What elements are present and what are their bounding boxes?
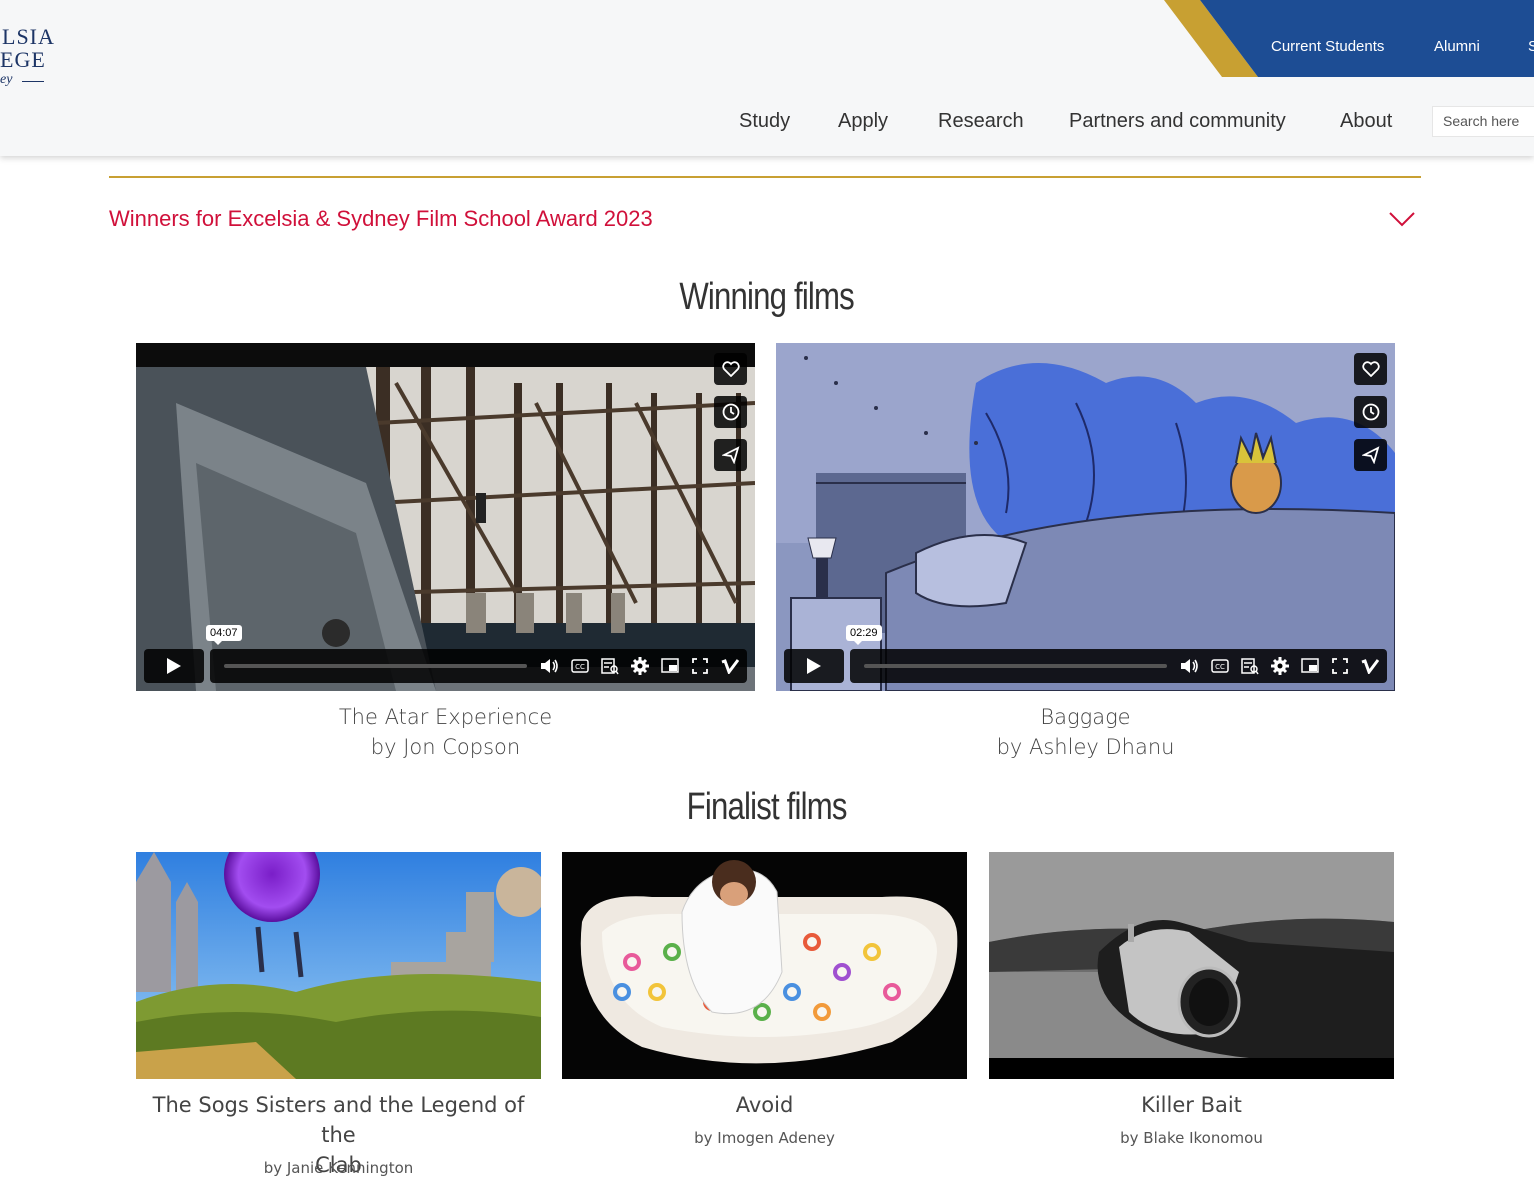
player-controls: 02:29 CC xyxy=(784,625,1387,683)
video-duration: 04:07 xyxy=(206,625,242,645)
volume-icon[interactable] xyxy=(540,657,559,676)
nav-alumni-link[interactable]: Alumni xyxy=(1434,38,1480,55)
heart-icon[interactable] xyxy=(714,353,747,385)
winning-films-heading: Winning films xyxy=(679,276,854,318)
player-side-buttons xyxy=(714,353,747,471)
cc-icon[interactable]: CC xyxy=(1210,657,1229,676)
pip-icon[interactable] xyxy=(660,657,679,676)
transcript-icon[interactable] xyxy=(1240,657,1259,676)
video-player-atar-experience[interactable]: 04:07 CC xyxy=(136,343,755,691)
send-icon[interactable] xyxy=(1354,439,1387,471)
utility-nav: Current Students Alumni S xyxy=(1160,0,1534,77)
clock-icon[interactable] xyxy=(714,396,747,428)
nav-truncated-link[interactable]: S xyxy=(1528,38,1534,55)
film-title[interactable]: The Atar Experience xyxy=(136,702,755,732)
clock-icon[interactable] xyxy=(1354,396,1387,428)
play-icon[interactable] xyxy=(144,649,204,683)
nav-current-students-link[interactable]: Current Students xyxy=(1271,38,1384,55)
progress-track[interactable] xyxy=(864,664,1167,668)
film-title[interactable]: Baggage xyxy=(776,702,1395,732)
thumbnail-avoid[interactable] xyxy=(562,852,967,1079)
play-icon[interactable] xyxy=(784,649,844,683)
finalist-title-line: Killer Bait xyxy=(1141,1093,1242,1117)
player-control-icons: CC xyxy=(1180,649,1379,683)
thumbnail-sogs-sisters[interactable] xyxy=(136,852,541,1079)
finalist-title-avoid[interactable]: Avoid xyxy=(562,1090,967,1120)
finalist-title-line: The Sogs Sisters and the Legend of the xyxy=(152,1093,525,1147)
finalist-title-killer-bait[interactable]: Killer Bait xyxy=(989,1090,1394,1120)
logo-line-3: ey xyxy=(0,72,13,87)
volume-icon[interactable] xyxy=(1180,657,1199,676)
finalist-author: by Imogen Adeney xyxy=(694,1129,835,1147)
fullscreen-icon[interactable] xyxy=(690,657,709,676)
player-control-bar: 04:07 CC xyxy=(206,625,747,683)
fullscreen-icon[interactable] xyxy=(1330,657,1349,676)
accordion-divider xyxy=(109,176,1421,178)
film-caption-atar: The Atar Experience by Jon Copson xyxy=(136,702,755,762)
player-control-bar: 02:29 CC xyxy=(846,625,1387,683)
film-author: by Ashley Dhanu xyxy=(996,735,1175,759)
cc-icon[interactable]: CC xyxy=(570,657,589,676)
vimeo-icon[interactable] xyxy=(720,657,739,676)
player-controls: 04:07 CC xyxy=(144,625,747,683)
settings-icon[interactable] xyxy=(1270,657,1289,676)
video-player-baggage[interactable]: 02:29 CC xyxy=(776,343,1395,691)
finalist-author: by Janie Kennington xyxy=(263,1159,414,1177)
finalist-author: by Blake Ikonomou xyxy=(1120,1129,1263,1147)
svg-text:CC: CC xyxy=(1215,663,1225,671)
finalist-films-heading: Finalist films xyxy=(686,786,848,828)
nav-study[interactable]: Study xyxy=(739,110,790,133)
film-author: by Jon Copson xyxy=(370,735,521,759)
send-icon[interactable] xyxy=(714,439,747,471)
heart-icon[interactable] xyxy=(1354,353,1387,385)
svg-text:CC: CC xyxy=(575,663,585,671)
site-header: LSIA EGE ey Current Students Alumni S St… xyxy=(0,0,1534,156)
video-duration: 02:29 xyxy=(846,625,882,645)
nav-partners-and-community[interactable]: Partners and community xyxy=(1069,110,1286,133)
settings-icon[interactable] xyxy=(630,657,649,676)
progress-track[interactable] xyxy=(224,664,527,668)
player-control-icons: CC xyxy=(540,649,739,683)
logo-line-2: EGE xyxy=(0,47,46,72)
nav-about[interactable]: About xyxy=(1340,110,1392,133)
pip-icon[interactable] xyxy=(1300,657,1319,676)
vimeo-icon[interactable] xyxy=(1360,657,1379,676)
nav-research[interactable]: Research xyxy=(938,110,1024,133)
search-input[interactable]: Search here xyxy=(1432,106,1534,137)
transcript-icon[interactable] xyxy=(600,657,619,676)
nav-apply[interactable]: Apply xyxy=(838,110,888,133)
thumbnail-killer-bait[interactable] xyxy=(989,852,1394,1079)
chevron-down-icon[interactable] xyxy=(1388,210,1416,228)
film-caption-baggage: Baggage by Ashley Dhanu xyxy=(776,702,1395,762)
logo-dash xyxy=(22,81,44,82)
accordion-title[interactable]: Winners for Excelsia & Sydney Film Schoo… xyxy=(109,206,653,232)
finalist-title-line: Avoid xyxy=(735,1093,794,1117)
player-side-buttons xyxy=(1354,353,1387,471)
